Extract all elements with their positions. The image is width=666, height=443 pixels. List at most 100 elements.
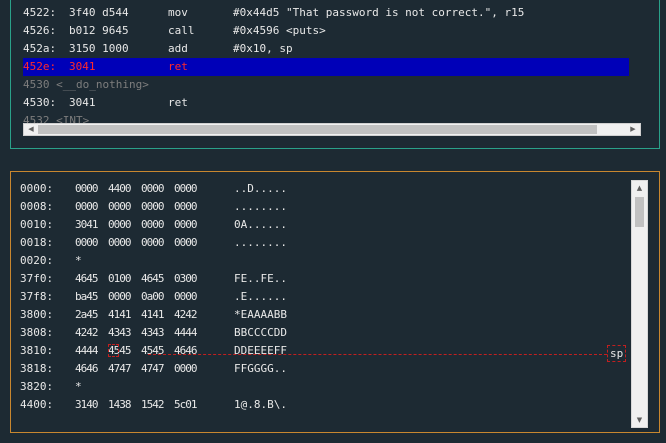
vertical-scroll-thumb[interactable] xyxy=(635,197,644,227)
memory-ascii: ........ xyxy=(234,200,287,213)
memory-row[interactable]: 0000: 0000 4400 0000 0000 ..D..... xyxy=(20,180,630,198)
memory-byte: 43 xyxy=(119,326,131,339)
stack-pointer-byte: 45 xyxy=(108,344,120,357)
memory-word: 1438 xyxy=(108,396,132,414)
memory-row[interactable]: 3820: * xyxy=(20,378,630,396)
memory-byte: 41 xyxy=(119,308,131,321)
disassembly-row[interactable]: 452a: 3150 1000 add #0x10, sp xyxy=(23,40,629,58)
disassembly-label-row[interactable]: 4530 <__do_nothing> xyxy=(23,76,629,94)
memory-byte: 41 xyxy=(108,308,120,321)
disassembly-op: ret xyxy=(168,60,188,73)
memory-address: 3808: xyxy=(20,326,54,339)
memory-byte: 43 xyxy=(141,326,153,339)
memory-byte: 00 xyxy=(108,200,120,213)
memory-byte: 00 xyxy=(108,218,120,231)
scroll-left-icon[interactable]: ◀ xyxy=(25,124,37,135)
memory-byte: 15 xyxy=(141,398,153,411)
memory-byte: 45 xyxy=(86,308,98,321)
memory-byte: 00 xyxy=(141,218,153,231)
memory-byte: 44 xyxy=(86,344,98,357)
memory-word: 4646 xyxy=(174,342,198,360)
disassembly-op: mov xyxy=(168,6,188,19)
disassembly-label-row[interactable]: 4532 <INT> xyxy=(23,112,629,123)
memory-byte: 47 xyxy=(152,362,164,375)
memory-byte: 43 xyxy=(152,326,164,339)
disassembly-op: call xyxy=(168,24,195,37)
memory-byte: 00 xyxy=(119,200,131,213)
disassembly-addr: 4530: xyxy=(23,96,57,109)
memory-row[interactable]: 0008: 0000 0000 0000 0000........ xyxy=(20,198,630,216)
memory-address: 0020: xyxy=(20,254,54,267)
memory-byte: 00 xyxy=(108,236,120,249)
disassembly-addr: 4526: xyxy=(23,24,57,37)
memory-byte: 44 xyxy=(185,326,197,339)
horizontal-scroll-thumb[interactable] xyxy=(38,125,597,134)
memory-byte: 42 xyxy=(75,326,87,339)
memory-byte: 45 xyxy=(152,344,164,357)
memory-byte: 00 xyxy=(152,218,164,231)
memory-word: 0000 xyxy=(141,180,165,198)
memory-address: 0018: xyxy=(20,236,54,249)
memory-word: 4645 xyxy=(141,270,165,288)
memory-row[interactable]: 37f0: 4645 0100 4645 0300 FE..FE.. xyxy=(20,270,630,288)
memory-word: 4400 xyxy=(108,180,132,198)
memory-ascii: *EAAAABB xyxy=(234,308,287,321)
memory-address: 3820: xyxy=(20,380,54,393)
disassembly-bytes: 3150 1000 xyxy=(69,42,129,55)
memory-byte: 00 xyxy=(119,182,131,195)
memory-word: 0a00 xyxy=(141,288,165,306)
memory-row[interactable]: 37f8: ba45 0000 0a00 0000 .E...... xyxy=(20,288,630,306)
memory-byte: 01 xyxy=(185,398,197,411)
memory-byte: 0a xyxy=(141,290,153,303)
memory-row[interactable]: 3818: 4646 4747 4747 0000 FFGGGG.. xyxy=(20,360,630,378)
memory-byte: 00 xyxy=(174,200,186,213)
scroll-right-icon[interactable]: ▶ xyxy=(627,124,639,135)
memory-byte: 00 xyxy=(119,218,131,231)
disassembly-row[interactable]: 4526: b012 9645 call #0x4596 <puts> xyxy=(23,22,629,40)
memory-byte: 01 xyxy=(108,272,120,285)
vertical-scrollbar[interactable]: ▲ ▼ xyxy=(631,180,648,428)
memory-address: 0000: xyxy=(20,182,54,195)
memory-row[interactable]: 3810: 4444 4545 4545 4646 DDEEEEFF xyxy=(20,342,630,360)
memory-byte: 00 xyxy=(174,182,186,195)
memory-word: 4444 xyxy=(75,342,99,360)
memory-byte: 45 xyxy=(86,272,98,285)
memory-byte: 43 xyxy=(108,326,120,339)
memory-byte: 46 xyxy=(75,362,87,375)
memory-byte: 00 xyxy=(152,236,164,249)
memory-word: 4242 xyxy=(75,324,99,342)
memory-word: ba45 xyxy=(75,288,99,306)
memory-byte: 00 xyxy=(75,200,87,213)
scroll-down-icon[interactable]: ▼ xyxy=(632,413,647,427)
memory-word: 0000 xyxy=(108,198,132,216)
memory-row[interactable]: 4400: 3140 1438 1542 5c01 1@.8.B\. xyxy=(20,396,630,414)
memory-row[interactable]: 3800: 2a45 4141 4141 4242 *EAAAABB xyxy=(20,306,630,324)
stack-pointer-label: sp xyxy=(607,345,627,362)
memory-row[interactable]: 3808: 4242 4343 4343 4444 BBCCCCDD xyxy=(20,324,630,342)
memory-row[interactable]: 0018: 0000 0000 0000 0000........ xyxy=(20,234,630,252)
memory-byte: 00 xyxy=(141,200,153,213)
memory-byte: ba xyxy=(75,290,87,303)
memory-row[interactable]: 0020: * xyxy=(20,252,630,270)
memory-word: 0000 xyxy=(174,360,198,378)
memory-byte: 47 xyxy=(119,362,131,375)
memory-byte: 00 xyxy=(86,200,98,213)
memory-byte: 00 xyxy=(185,362,197,375)
memory-address: 0008: xyxy=(20,200,54,213)
memory-row[interactable]: 0010: 3041 0000 0000 0000 0A...... xyxy=(20,216,630,234)
disassembly-row[interactable]: 4522: 3f40 d544 mov #0x44d5 "That password … xyxy=(23,4,629,22)
memory-word: 4343 xyxy=(108,324,132,342)
memory-byte: 00 xyxy=(152,290,164,303)
memory-ascii: FFGGGG.. xyxy=(234,362,287,375)
scroll-up-icon[interactable]: ▲ xyxy=(632,181,647,195)
memory-byte: 42 xyxy=(86,326,98,339)
horizontal-scrollbar[interactable]: ◀ ▶ xyxy=(23,123,641,136)
memory-ascii: FE..FE.. xyxy=(234,272,287,285)
disassembly-row[interactable]: 452e: 3041 ret xyxy=(23,58,629,76)
disassembly-op: add xyxy=(168,42,188,55)
memory-byte: 45 xyxy=(86,290,98,303)
memory-byte: 00 xyxy=(108,290,120,303)
memory-word: 4747 xyxy=(141,360,165,378)
disassembly-row[interactable]: 4530: 3041 ret xyxy=(23,94,629,112)
memory-byte: 00 xyxy=(185,182,197,195)
